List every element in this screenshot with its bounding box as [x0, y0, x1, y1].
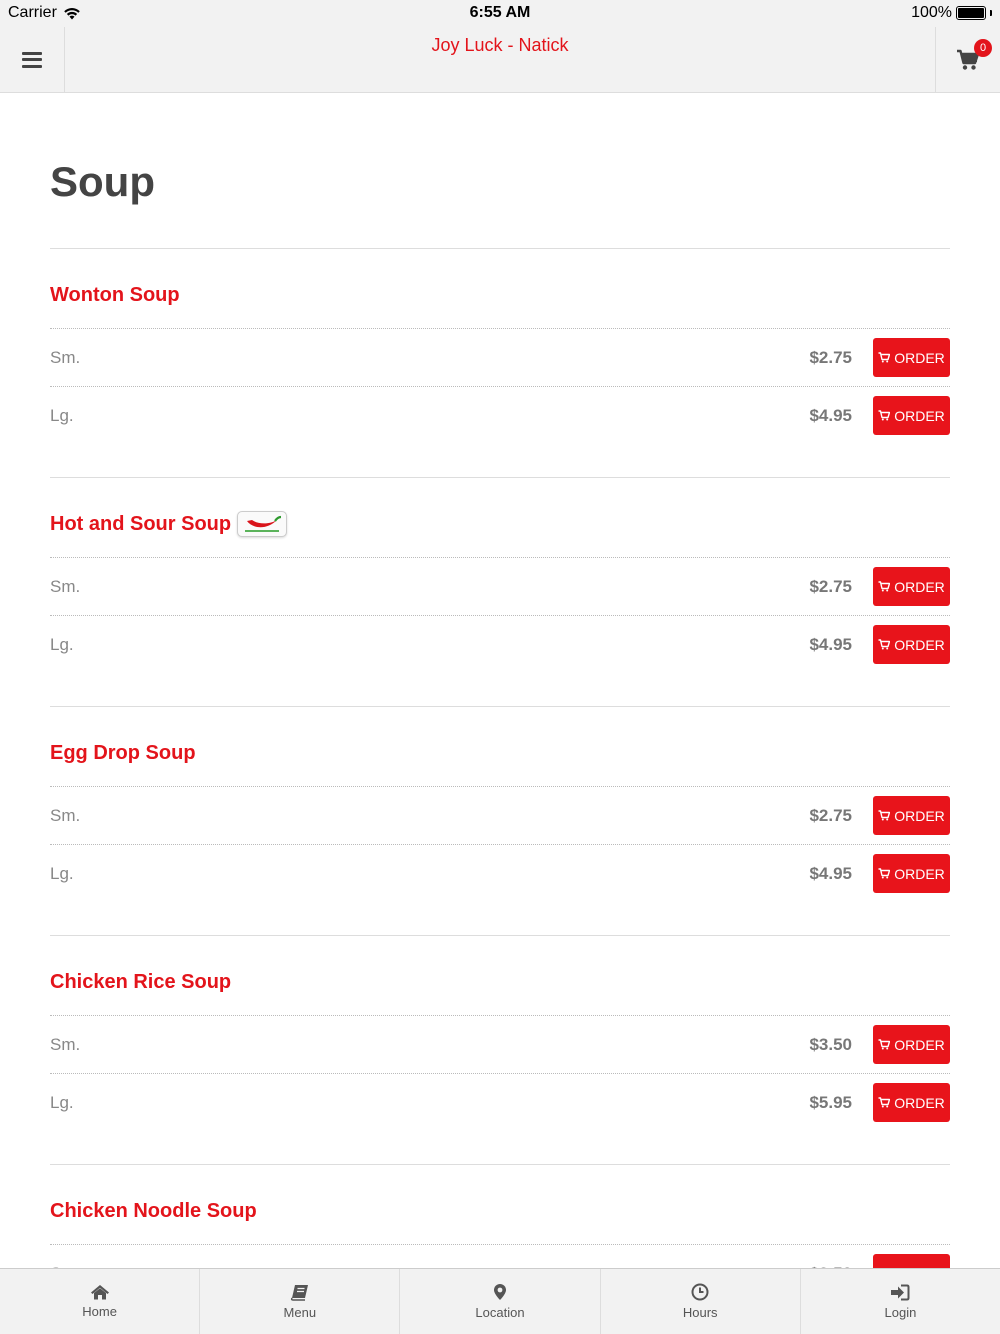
cart-count-badge: 0 [974, 38, 992, 57]
size-label: Lg. [50, 1092, 74, 1112]
clock-time: 6:55 AM [469, 4, 531, 21]
map-pin-icon [494, 1284, 506, 1300]
size-options: Sm. $2.75 ORDER Lg. $4.95 ORDER [50, 557, 950, 673]
tab-hours-label: Hours [682, 1305, 718, 1320]
order-button[interactable]: ORDER [873, 1083, 950, 1122]
tab-menu[interactable]: Menu [200, 1269, 401, 1334]
tab-login-label: Login [884, 1304, 917, 1320]
book-icon [290, 1284, 308, 1301]
order-button[interactable]: ORDER [873, 796, 950, 835]
order-button[interactable]: ORDER [873, 396, 950, 435]
cart-icon [878, 1039, 891, 1050]
menu-item-name[interactable]: Chicken Rice Soup [50, 966, 950, 998]
price: $2.75 [809, 576, 852, 596]
size-options: Sm. $2.75 ORDER Lg. $4.95 ORDER [50, 328, 950, 444]
menu-item-name[interactable]: Wonton Soup [50, 279, 950, 311]
order-button-label: ORDER [894, 578, 945, 595]
tab-login[interactable]: Login [801, 1269, 1000, 1334]
menu-item: Chicken Rice Soup Sm. $3.50 ORDER Lg. $5.95 OR… [50, 935, 950, 1164]
home-icon [90, 1285, 109, 1300]
cart-icon [878, 410, 891, 421]
cart-icon [878, 1097, 891, 1108]
tab-menu-label: Menu [283, 1304, 317, 1320]
size-row: Sm. $2.75 ORDER [50, 328, 950, 386]
menu-item-name[interactable]: Chicken Noodle Soup [50, 1195, 950, 1227]
order-button-label: ORDER [894, 407, 945, 424]
size-row: Sm. $3.50 ORDER [50, 1015, 950, 1073]
size-label: Sm. [50, 576, 81, 596]
price: $4.95 [809, 634, 852, 654]
size-options: Sm.$3.50ORDERORDER [50, 1244, 950, 1268]
cart-icon [878, 810, 891, 821]
menu-item-name-text: Wonton Soup [50, 283, 180, 306]
tab-home[interactable]: Home [0, 1269, 201, 1334]
cart-icon [878, 352, 891, 363]
menu-item-name-text: Chicken Noodle Soup [50, 1199, 257, 1222]
cart-icon [878, 868, 891, 879]
menu-item-name[interactable]: Egg Drop Soup [50, 737, 950, 769]
size-label: Sm. [50, 1034, 81, 1054]
size-row: Lg. $4.95 ORDER [50, 844, 950, 902]
page-title: Soup [50, 158, 155, 205]
size-row: Lg. $5.95 ORDER [50, 1073, 950, 1131]
cart-icon [878, 639, 891, 650]
battery-percent: 100% [911, 4, 952, 21]
size-label: Lg. [50, 863, 74, 883]
price: $4.95 [809, 863, 852, 883]
battery-icon [956, 6, 986, 20]
spicy-badge [237, 511, 288, 537]
size-row: Sm. $2.75 ORDER [50, 557, 950, 615]
menu-item: Hot and Sour Soup Sm. $2.75 ORDER Lg. $4.95 OR… [50, 477, 950, 706]
app-header: Joy Luck - Natick 0 [0, 27, 1000, 93]
size-options: Sm. $2.75 ORDER Lg. $4.95 ORDER [50, 786, 950, 902]
order-button[interactable]: ORDER [873, 567, 950, 606]
menu-item: Chicken Noodle Soup Sm.$3.50ORDERORDER [50, 1164, 950, 1268]
order-button[interactable]: ORDER [873, 338, 950, 377]
chili-pepper-icon [245, 515, 282, 532]
menu-item: Wonton Soup Sm. $2.75 ORDER Lg. $4.95 ORDER [50, 249, 950, 477]
menu-item-name-text: Chicken Rice Soup [50, 970, 232, 993]
cart-icon [878, 581, 891, 592]
menu-item-name-text: Egg Drop Soup [50, 741, 196, 764]
order-button[interactable]: ORDER [873, 1254, 950, 1268]
size-label: Sm. [50, 805, 81, 825]
order-button[interactable]: ORDER [873, 625, 950, 664]
order-button-label: ORDER [894, 349, 945, 366]
size-label: Lg. [50, 405, 74, 425]
menu-content: Soup Wonton Soup Sm. $2.75 ORDER Lg. $4.95 ORD… [50, 94, 950, 1268]
menu-item-name-text: Hot and Sour Soup [50, 512, 232, 535]
status-bar: Carrier 6:55 AM 100% [0, 0, 1000, 27]
size-row: Sm. $2.75 ORDER [50, 786, 950, 844]
tab-location[interactable]: Location [400, 1269, 601, 1334]
order-button-label: ORDER [894, 865, 945, 882]
bottom-tab-bar: Home Menu Location Hours Login [0, 1268, 1000, 1334]
clock-icon [691, 1283, 709, 1301]
menu-item: Egg Drop Soup Sm. $2.75 ORDER Lg. $4.95 ORDER [50, 706, 950, 935]
order-button[interactable]: ORDER [873, 854, 950, 893]
size-label: Sm. [50, 347, 81, 367]
price: $5.95 [809, 1092, 852, 1112]
order-button-label: ORDER [894, 1094, 945, 1111]
price: $2.75 [809, 805, 852, 825]
tab-location-label: Location [475, 1305, 525, 1320]
size-row: Lg. $4.95 ORDER [50, 615, 950, 673]
battery-indicator: 100% [911, 4, 992, 22]
size-options: Sm. $3.50 ORDER Lg. $5.95 ORDER [50, 1015, 950, 1131]
price: $3.50 [809, 1034, 852, 1054]
order-button-label: ORDER [894, 807, 945, 824]
size-label: Lg. [50, 634, 74, 654]
order-button[interactable]: ORDER [873, 1025, 950, 1064]
tab-hours[interactable]: Hours [601, 1269, 801, 1334]
tab-home-label: Home [82, 1304, 117, 1319]
size-row: Lg. $4.95 ORDER [50, 386, 950, 444]
menu-item-name[interactable]: Hot and Sour Soup [50, 508, 950, 540]
price: $4.95 [809, 405, 852, 425]
cart-button[interactable]: 0 [935, 27, 1000, 92]
order-button-label: ORDER [894, 1036, 945, 1053]
sign-in-icon [891, 1284, 910, 1300]
order-button-label: ORDER [894, 636, 945, 653]
size-row: Sm.$3.50ORDER [50, 1244, 950, 1268]
restaurant-title: Joy Luck - Natick [431, 35, 569, 55]
price: $2.75 [809, 347, 852, 367]
